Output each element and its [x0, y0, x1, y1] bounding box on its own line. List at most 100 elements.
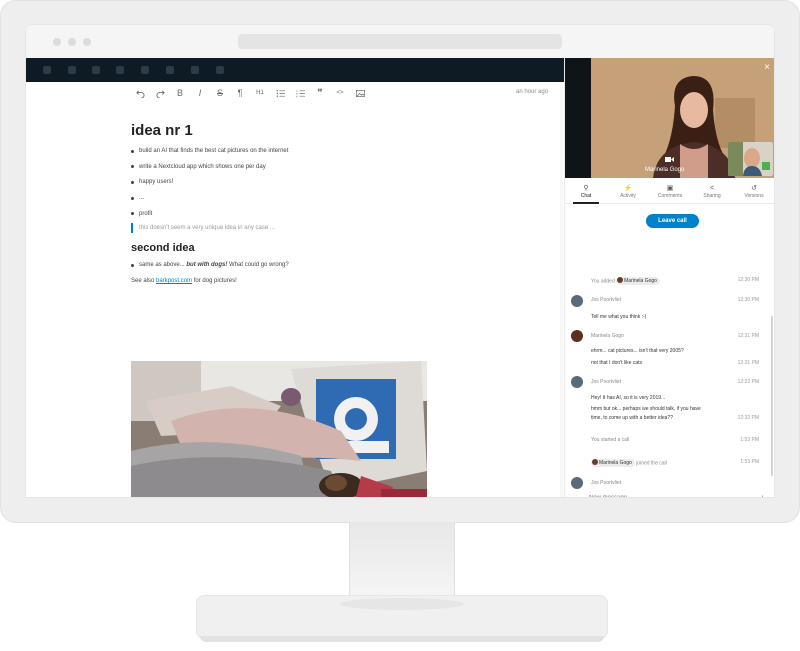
message-time: 12:30 PM: [737, 297, 759, 303]
document-body[interactable]: idea nr 1 build an AI that finds the bes…: [131, 122, 431, 284]
paragraph: See also barkpost.com for dog pictures!: [131, 278, 431, 284]
list-item: ...: [131, 194, 431, 210]
monitor-stand-neck: [349, 522, 455, 603]
avatar[interactable]: [571, 295, 583, 307]
app-icon[interactable]: [43, 66, 51, 74]
list-item: same as above... but with dogs! What cou…: [131, 261, 431, 277]
sidebar: × Marinela Gogo ⚲ Chat ⚡ Activity ▣ Comm…: [564, 58, 774, 497]
system-text-prefix: You added: [591, 278, 615, 285]
avatar[interactable]: [571, 330, 583, 342]
close-icon[interactable]: ×: [764, 63, 770, 73]
heading-idea-2: second idea: [131, 242, 195, 255]
barkpost-link[interactable]: barkpost.com: [156, 278, 192, 284]
system-text: You started a call: [591, 437, 630, 443]
chip-name: Marinela Gogo: [599, 460, 632, 466]
comments-icon: ▣: [666, 185, 674, 192]
message-time: 1:53 PM: [740, 459, 759, 465]
send-icon[interactable]: →: [738, 494, 746, 497]
tab-versions[interactable]: ↺ Versions: [733, 182, 774, 203]
app-icon[interactable]: [166, 66, 174, 74]
message-text: time, to come up with a better idea??: [591, 415, 673, 421]
message-time: 12:32 PM: [737, 379, 759, 385]
message-text: ehrm... cat pictures... isn't that very …: [591, 348, 684, 354]
editor-scrollbar[interactable]: [560, 82, 563, 497]
chat-scrollbar[interactable]: [771, 316, 773, 476]
list-item: build an AI that finds the best cat pict…: [131, 147, 431, 163]
activity-icon: ⚡: [623, 185, 633, 192]
app-icon[interactable]: [191, 66, 199, 74]
user-chip[interactable]: Marinela Gogo: [591, 459, 635, 467]
idea-1-list: build an AI that finds the best cat pict…: [131, 147, 431, 225]
message-author: Marinela Gogo: [591, 333, 624, 339]
tab-sharing[interactable]: < Sharing: [691, 182, 733, 203]
heading-button[interactable]: H1: [250, 85, 270, 101]
message-time: 12:32 PM: [737, 415, 759, 421]
message-text: Tell me what you think :-): [591, 314, 647, 320]
redo-icon[interactable]: [150, 85, 170, 101]
paragraph-text: See also: [131, 278, 157, 285]
avatar: [592, 459, 598, 465]
leave-call-button[interactable]: Leave call: [646, 214, 699, 228]
list-item: write a Nextcloud app which shows one pe…: [131, 163, 431, 179]
bullet-list-icon[interactable]: [270, 85, 290, 101]
search-icon: ⚲: [583, 185, 589, 192]
window-dot: [53, 38, 61, 46]
system-text: Marinela Gogo joined the call: [591, 459, 667, 467]
chip-name: Marinela Gogo: [624, 278, 657, 284]
ordered-list-icon[interactable]: [290, 85, 310, 101]
message-text: hmm but ok... perhaps we should talk, if…: [591, 406, 701, 412]
app-icon[interactable]: [116, 66, 124, 74]
list-item: profit: [131, 210, 431, 226]
app-icon[interactable]: [216, 66, 224, 74]
window-dot: [68, 38, 76, 46]
message-text: Hey! It has AI, so it is very 2019...: [591, 395, 666, 401]
image-icon[interactable]: [350, 85, 370, 101]
tab-comments[interactable]: ▣ Comments: [649, 182, 691, 203]
video-call: × Marinela Gogo: [565, 58, 774, 178]
window-dot: [83, 38, 91, 46]
history-icon: ↺: [751, 185, 757, 192]
undo-icon[interactable]: [130, 85, 150, 101]
camera-icon: [665, 157, 674, 162]
message-time: 12:31 PM: [737, 360, 759, 366]
share-icon: <: [709, 185, 715, 192]
screen: B I S ¶ H1 ❞ <> an hour ago idea nr 1 bu…: [26, 25, 774, 497]
paragraph-text: for dog pictures!: [192, 278, 237, 285]
avatar[interactable]: [571, 477, 583, 489]
sidebar-tabs: ⚲ Chat ⚡ Activity ▣ Comments < Sharing ↺…: [565, 182, 774, 204]
browser-bar: [26, 25, 774, 58]
tab-label: Activity: [620, 193, 636, 199]
code-button[interactable]: <>: [330, 85, 350, 101]
system-text-suffix: joined the call: [636, 460, 667, 467]
bold-button[interactable]: B: [170, 85, 190, 101]
message-time: 12:30 PM: [737, 277, 759, 283]
tab-label: Chat: [580, 193, 592, 199]
add-attachment-icon[interactable]: +: [760, 493, 765, 497]
tab-label: Comments: [657, 193, 683, 199]
italic-button[interactable]: I: [190, 85, 210, 101]
message-time: 12:31 PM: [737, 333, 759, 339]
tab-activity[interactable]: ⚡ Activity: [607, 182, 649, 203]
paragraph-button[interactable]: ¶: [230, 85, 250, 101]
dog-photo: [131, 361, 427, 497]
message-input[interactable]: [589, 495, 729, 497]
url-bar[interactable]: [238, 34, 562, 49]
self-video[interactable]: [728, 142, 773, 176]
tab-chat[interactable]: ⚲ Chat: [565, 182, 607, 204]
list-item-text: same as above...: [139, 262, 187, 269]
app-icon[interactable]: [68, 66, 76, 74]
avatar: [617, 277, 624, 283]
user-chip[interactable]: Marinela Gogo: [616, 277, 660, 285]
message-author: Jos Poortvliet: [591, 379, 622, 385]
app-icon[interactable]: [92, 66, 100, 74]
message-author: Jos Poortvliet: [591, 297, 622, 303]
list-item: happy users!: [131, 178, 431, 194]
quote-button[interactable]: ❞: [310, 85, 330, 101]
app-icon[interactable]: [141, 66, 149, 74]
list-item-text: What could go wrong?: [227, 262, 289, 269]
avatar[interactable]: [571, 376, 583, 388]
text-editor: B I S ¶ H1 ❞ <> an hour ago idea nr 1 bu…: [26, 82, 564, 497]
system-text: You added Marinela Gogo: [591, 277, 660, 285]
strikethrough-button[interactable]: S: [210, 85, 230, 101]
tab-label: Versions: [744, 193, 764, 199]
